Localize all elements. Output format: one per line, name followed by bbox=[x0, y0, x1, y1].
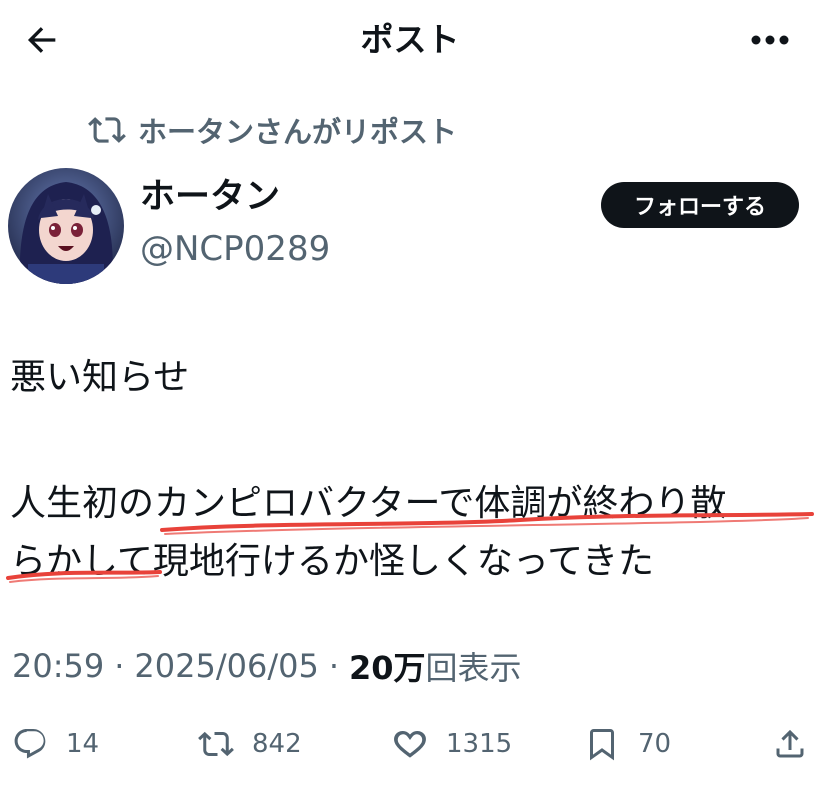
share-button[interactable] bbox=[772, 720, 808, 768]
views-count[interactable]: 20万 bbox=[349, 643, 426, 689]
more-options-button[interactable] bbox=[742, 18, 798, 62]
page-title: ポスト bbox=[360, 20, 460, 59]
heart-icon bbox=[394, 730, 426, 758]
avatar[interactable] bbox=[8, 168, 124, 284]
follow-button[interactable]: フォローする bbox=[601, 182, 799, 228]
post-meta: 20:59 · 2025/06/05 · 20万 回表示 bbox=[12, 638, 522, 694]
reply-button[interactable]: 14 bbox=[12, 720, 99, 768]
author-name[interactable]: ホータン bbox=[140, 174, 280, 220]
repost-icon bbox=[88, 117, 126, 143]
repost-context[interactable]: ホータンさんがリポスト bbox=[88, 108, 457, 152]
like-button[interactable]: 1315 bbox=[392, 720, 512, 768]
bookmark-button[interactable]: 70 bbox=[584, 720, 671, 768]
share-icon bbox=[776, 729, 804, 758]
repost-icon bbox=[198, 731, 234, 757]
post-time[interactable]: 20:59 bbox=[12, 647, 104, 685]
repost-count: 842 bbox=[252, 729, 302, 759]
reply-count: 14 bbox=[66, 729, 100, 759]
post-line: 悪い知らせ bbox=[10, 357, 190, 398]
bookmark-icon bbox=[590, 729, 614, 761]
meta-separator: · bbox=[114, 647, 125, 685]
more-horizontal-icon bbox=[751, 35, 789, 45]
red-underline-annotation bbox=[6, 512, 814, 583]
like-count: 1315 bbox=[446, 729, 513, 759]
author-handle[interactable]: @NCP0289 bbox=[140, 226, 330, 272]
avatar-image bbox=[8, 168, 124, 284]
post-date[interactable]: 2025/06/05 bbox=[134, 647, 318, 685]
bookmark-count: 70 bbox=[638, 729, 672, 759]
repost-button[interactable]: 842 bbox=[198, 720, 302, 768]
views-label: 回表示 bbox=[425, 649, 522, 687]
meta-separator: · bbox=[328, 647, 339, 685]
repost-context-text: ホータンさんがリポスト bbox=[138, 115, 458, 149]
reply-icon bbox=[14, 729, 46, 759]
